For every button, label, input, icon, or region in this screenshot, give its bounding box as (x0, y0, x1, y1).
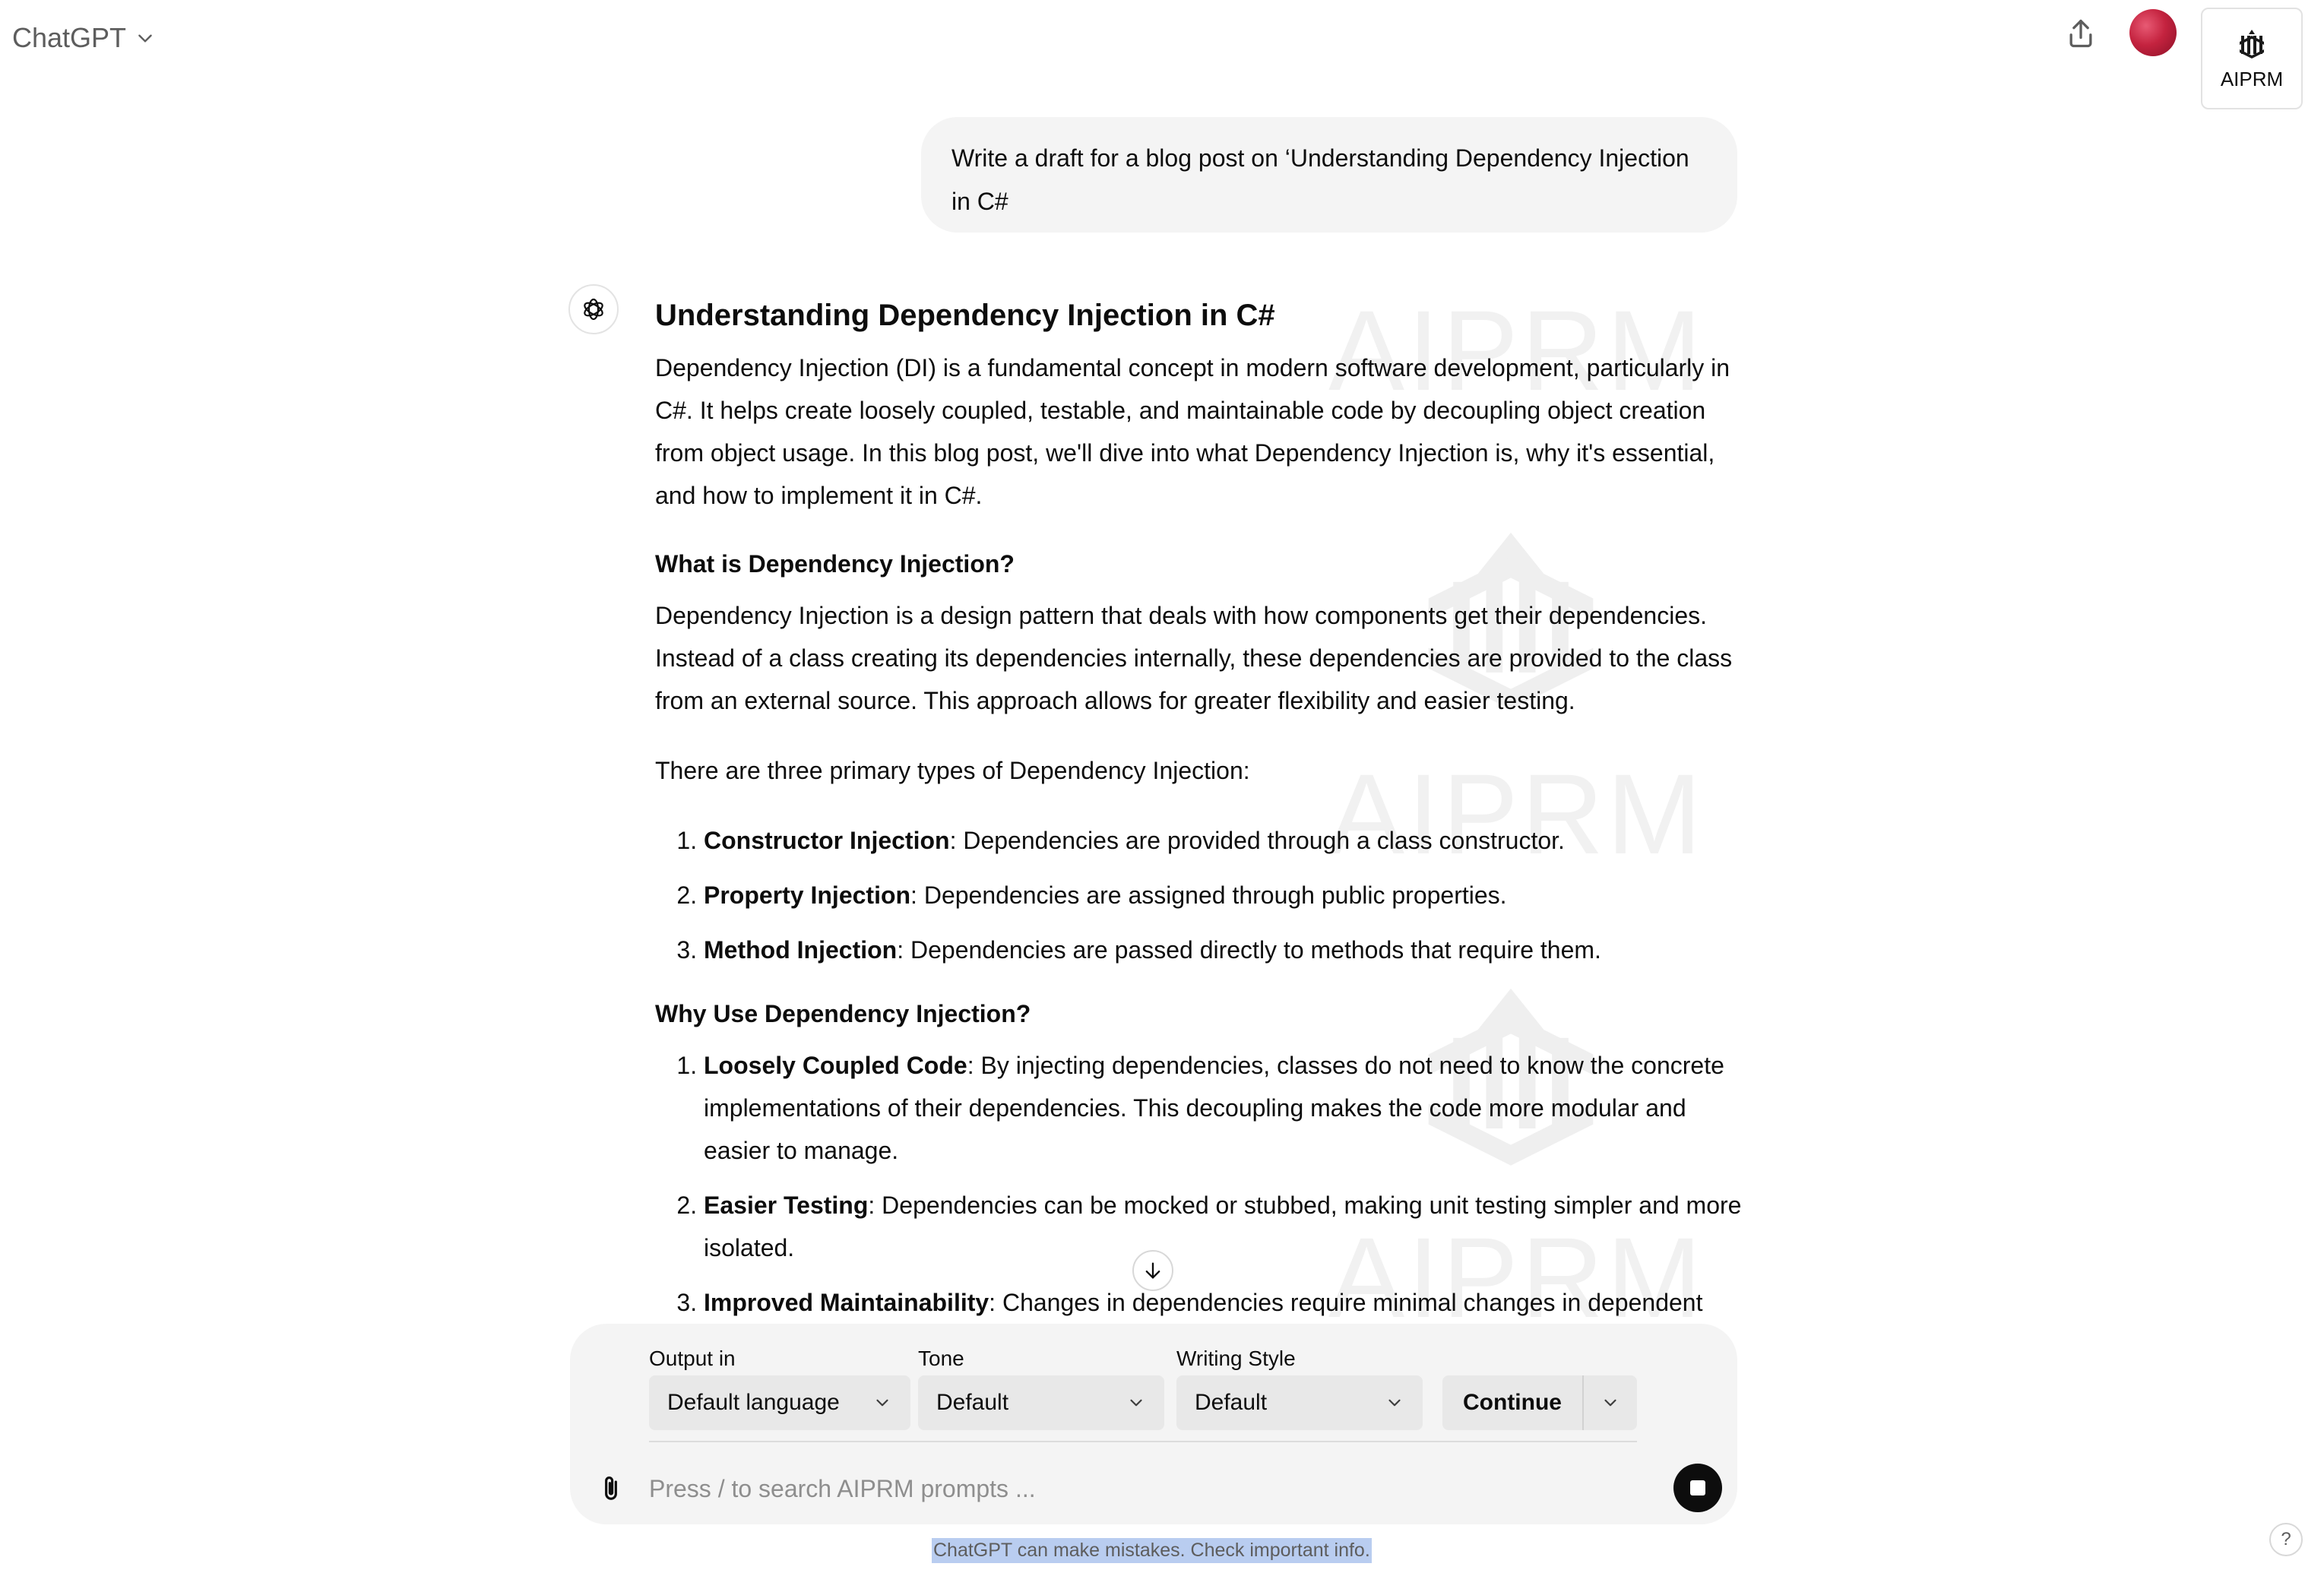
chevron-down-icon (1130, 1399, 1142, 1407)
share-icon (2069, 19, 2092, 48)
help-button[interactable]: ? (2269, 1523, 2303, 1556)
share-button[interactable] (2061, 14, 2101, 53)
list-item: Loosely Coupled Code: By injecting depen… (704, 1044, 1743, 1172)
model-name: ChatGPT (12, 22, 127, 53)
disclaimer: ChatGPT can make mistakes. Check importa… (932, 1538, 1372, 1563)
tone-select[interactable]: Default (918, 1375, 1164, 1430)
list-item-text: : Dependencies are assigned through publ… (910, 881, 1507, 909)
chevron-down-icon (1604, 1399, 1616, 1407)
user-avatar[interactable] (2129, 9, 2177, 56)
list-item-text: : Dependencies are provided through a cl… (949, 827, 1565, 854)
prompt-input[interactable] (647, 1465, 1623, 1512)
list-item-term: Improved Maintainability (704, 1289, 989, 1316)
reasons-list: Loosely Coupled Code: By injecting depen… (655, 1044, 1743, 1324)
list-item-term: Property Injection (704, 881, 911, 909)
scroll-to-bottom-button[interactable] (1132, 1250, 1173, 1291)
stop-icon (1690, 1480, 1705, 1495)
assistant-message: Understanding Dependency Injection in C#… (655, 293, 1743, 1324)
list-item-term: Loosely Coupled Code (704, 1052, 967, 1079)
model-switcher[interactable]: ChatGPT (12, 18, 155, 58)
continue-label: Continue (1442, 1375, 1584, 1430)
output-language-select[interactable]: Default language (649, 1375, 910, 1430)
writing-style-select[interactable]: Default (1176, 1375, 1423, 1430)
openai-logo-icon (584, 298, 603, 321)
types-intro: There are three primary types of Depende… (655, 757, 1250, 784)
answer-intro: Dependency Injection (DI) is a fundament… (655, 354, 1730, 509)
arrow-down-icon (1145, 1262, 1160, 1279)
list-item: Easier Testing: Dependencies can be mock… (704, 1184, 1743, 1269)
types-list: Constructor Injection: Dependencies are … (655, 819, 1743, 971)
section-heading: What is Dependency Injection? (655, 550, 1015, 578)
chevron-down-icon (138, 34, 152, 43)
list-item-text: : Changes in dependencies require minima… (989, 1289, 1703, 1316)
output-language-value: Default language (667, 1390, 840, 1415)
output-language-label: Output in (649, 1347, 736, 1370)
attach-button[interactable] (591, 1468, 631, 1508)
list-item: Property Injection: Dependencies are ass… (704, 874, 1743, 916)
section-text: Dependency Injection is a design pattern… (655, 602, 1733, 714)
chevron-down-icon (1388, 1399, 1401, 1407)
aiprm-button[interactable]: AIPRM (2201, 8, 2303, 109)
list-item: Improved Maintainability: Changes in dep… (704, 1281, 1743, 1324)
continue-button[interactable]: Continue (1442, 1375, 1637, 1430)
tone-value: Default (936, 1390, 1009, 1415)
writing-style-value: Default (1195, 1390, 1268, 1415)
composer: Output in Default language Tone Default … (570, 1324, 1737, 1524)
answer-title: Understanding Dependency Injection in C# (655, 299, 1275, 332)
list-item-term: Method Injection (704, 936, 898, 964)
user-message: Write a draft for a blog post on ‘Unders… (921, 117, 1737, 233)
list-item-term: Constructor Injection (704, 827, 950, 854)
continue-dropdown[interactable] (1584, 1393, 1637, 1413)
list-item-term: Easier Testing (704, 1192, 869, 1219)
list-item-text: : Dependencies are passed directly to me… (897, 936, 1601, 964)
tone-label: Tone (918, 1347, 964, 1370)
chevron-down-icon (876, 1399, 888, 1407)
aiprm-label: AIPRM (2220, 67, 2284, 90)
section-heading: Why Use Dependency Injection? (655, 1000, 1031, 1027)
list-item: Method Injection: Dependencies are passe… (704, 929, 1743, 971)
paperclip-icon (605, 1476, 617, 1500)
composer-divider (649, 1441, 1637, 1442)
writing-style-label: Writing Style (1176, 1347, 1296, 1370)
stop-button[interactable] (1673, 1464, 1722, 1512)
list-item: Constructor Injection: Dependencies are … (704, 819, 1743, 862)
aiprm-logo-icon (2240, 29, 2264, 59)
assistant-avatar (568, 284, 619, 334)
